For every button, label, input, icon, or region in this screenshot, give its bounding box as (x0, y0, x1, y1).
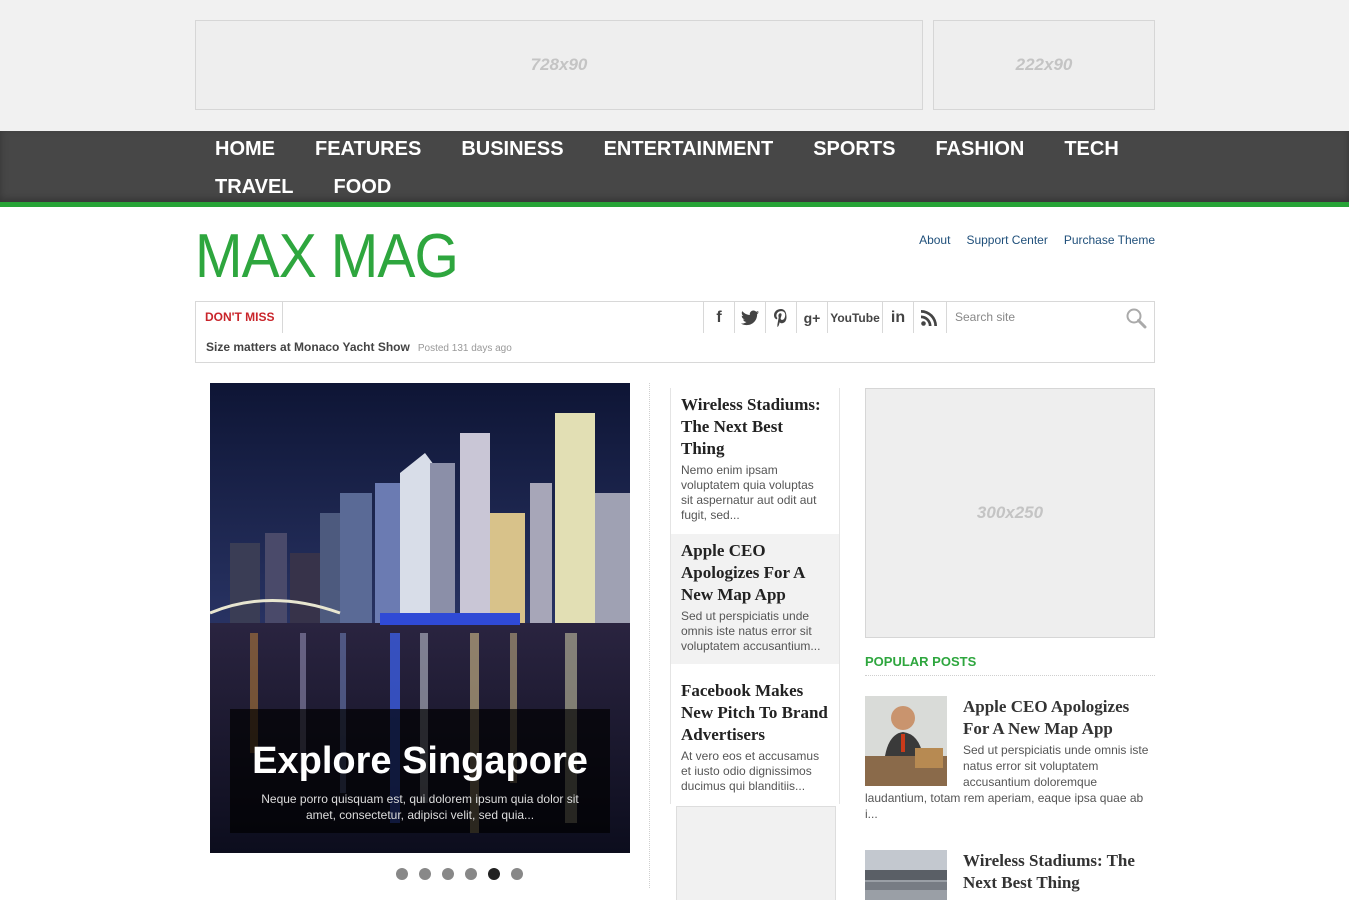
featured-slider[interactable]: Explore Singapore Neque porro quisquam e… (210, 383, 630, 853)
purchase-theme-link[interactable]: Purchase Theme (1064, 233, 1155, 247)
list-item[interactable]: Apple CEO Apologizes For A New Map App S… (671, 534, 839, 664)
nav-item-features[interactable]: FEATURES (295, 131, 441, 169)
post-thumbnail[interactable] (865, 850, 947, 900)
column-divider (649, 383, 650, 888)
nav-item-travel[interactable]: TRAVEL (195, 169, 314, 207)
list-item[interactable]: Facebook Makes New Pitch To Brand Advert… (671, 664, 839, 804)
search-box (946, 302, 1155, 333)
slider-dot-active[interactable] (488, 868, 500, 880)
nav-item-food[interactable]: FOOD (314, 169, 412, 207)
search-input[interactable] (947, 302, 1117, 331)
slider-dot[interactable] (396, 868, 408, 880)
post-thumbnail[interactable] (865, 696, 947, 786)
rss-icon[interactable] (913, 302, 944, 333)
nav-item-business[interactable]: BUSINESS (441, 131, 583, 169)
article-title[interactable]: Apple CEO Apologizes For A New Map App (681, 540, 829, 606)
support-center-link[interactable]: Support Center (966, 233, 1047, 247)
article-title[interactable]: Facebook Makes New Pitch To Brand Advert… (681, 680, 829, 746)
slider-pagination (396, 868, 523, 880)
about-link[interactable]: About (919, 233, 950, 247)
nav-item-home[interactable]: HOME (195, 131, 295, 169)
google-plus-icon[interactable]: g+ (796, 302, 827, 333)
site-logo[interactable]: MAX MAG (195, 226, 459, 288)
article-excerpt: Sed ut perspiciatis unde omnis iste natu… (681, 609, 821, 653)
list-item[interactable]: Wireless Stadiums: The Next Best Thing (865, 850, 1155, 900)
slide-title[interactable]: Explore Singapore (230, 739, 610, 783)
nav-item-entertainment[interactable]: ENTERTAINMENT (584, 131, 794, 169)
twitter-icon[interactable] (734, 302, 765, 333)
dont-miss-headline[interactable]: Size matters at Monaco Yacht Show Posted … (206, 340, 512, 354)
top-links: About Support Center Purchase Theme (919, 233, 1155, 247)
leaderboard-ad[interactable]: 728x90 (195, 20, 923, 110)
slide-excerpt: Neque porro quisquam est, qui dolorem ip… (261, 792, 579, 822)
search-icon[interactable] (1125, 307, 1147, 329)
list-item[interactable]: Wireless Stadiums: The Next Best Thing N… (671, 388, 839, 534)
slider-dot[interactable] (511, 868, 523, 880)
dont-miss-title[interactable]: Size matters at Monaco Yacht Show (206, 340, 410, 354)
youtube-icon[interactable]: YouTube (827, 302, 882, 333)
slider-dot[interactable] (442, 868, 454, 880)
article-title[interactable]: Wireless Stadiums: The Next Best Thing (681, 394, 829, 460)
sidebar-ad[interactable]: 300x250 (865, 388, 1155, 638)
social-icons: f g+ YouTube in (703, 302, 944, 333)
middle-ad[interactable] (676, 806, 836, 900)
small-ad[interactable]: 222x90 (933, 20, 1155, 110)
slide-caption[interactable]: Explore Singapore Neque porro quisquam e… (230, 709, 610, 833)
nav-item-fashion[interactable]: FASHION (915, 131, 1044, 169)
popular-posts-heading: POPULAR POSTS (865, 654, 1155, 676)
dont-miss-bar: DON'T MISS Size matters at Monaco Yacht … (195, 301, 1155, 363)
pinterest-icon[interactable] (765, 302, 796, 333)
article-excerpt: Nemo enim ipsam voluptatem quia voluptas… (681, 463, 817, 522)
linkedin-icon[interactable]: in (882, 302, 913, 333)
top-ad-band: 728x90 222x90 (0, 0, 1349, 131)
slider-dot[interactable] (465, 868, 477, 880)
slider-dot[interactable] (419, 868, 431, 880)
main-nav: HOME FEATURES BUSINESS ENTERTAINMENT SPO… (0, 131, 1349, 207)
article-excerpt: At vero eos et accusamus et iusto odio d… (681, 749, 820, 793)
facebook-icon[interactable]: f (703, 302, 734, 333)
list-item[interactable]: Apple CEO Apologizes For A New Map App S… (865, 696, 1155, 822)
middle-column: Wireless Stadiums: The Next Best Thing N… (670, 388, 840, 804)
dont-miss-label: DON'T MISS (196, 302, 283, 333)
nav-item-sports[interactable]: SPORTS (793, 131, 915, 169)
nav-item-tech[interactable]: TECH (1044, 131, 1138, 169)
dont-miss-posted: Posted 131 days ago (417, 343, 512, 354)
